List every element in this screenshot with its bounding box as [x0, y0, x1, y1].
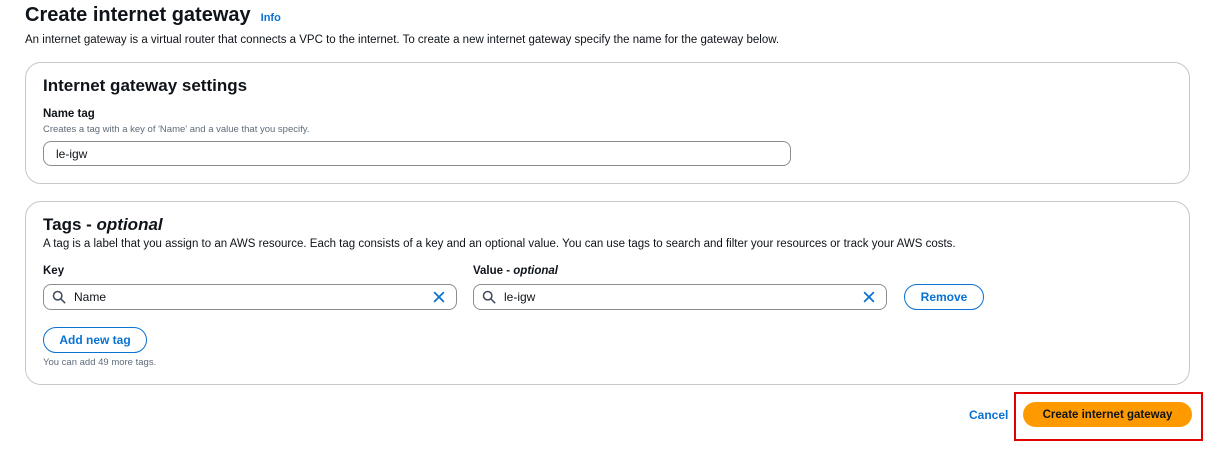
- clear-icon[interactable]: [862, 290, 876, 304]
- settings-panel-heading: Internet gateway settings: [43, 76, 248, 95]
- remove-tag-button[interactable]: Remove: [904, 284, 984, 310]
- value-column-label: Value - optional: [473, 265, 558, 277]
- info-link[interactable]: Info: [261, 12, 281, 24]
- page-description: An internet gateway is a virtual router …: [25, 34, 780, 46]
- search-icon: [482, 290, 496, 304]
- value-label-main: Value -: [473, 265, 514, 277]
- tag-value-field[interactable]: [473, 284, 887, 310]
- tag-value-input[interactable]: [496, 290, 862, 304]
- tag-limit-hint: You can add 49 more tags.: [43, 357, 157, 368]
- clear-icon[interactable]: [432, 290, 446, 304]
- tag-key-field[interactable]: [43, 284, 457, 310]
- tags-panel: Tags - optional A tag is a label that yo…: [25, 201, 1190, 385]
- tag-key-input[interactable]: [66, 290, 432, 304]
- tags-panel-description: A tag is a label that you assign to an A…: [43, 238, 956, 250]
- page-header: Create internet gateway Info: [25, 4, 281, 27]
- tags-panel-heading: Tags - optional: [43, 215, 163, 235]
- cancel-button[interactable]: Cancel: [969, 408, 1008, 422]
- create-internet-gateway-button[interactable]: Create internet gateway: [1023, 402, 1192, 427]
- tags-heading-main: Tags -: [43, 215, 97, 234]
- tags-heading-optional: optional: [96, 215, 163, 234]
- key-column-label: Key: [43, 265, 65, 277]
- add-new-tag-button[interactable]: Add new tag: [43, 327, 147, 353]
- search-icon: [52, 290, 66, 304]
- name-tag-label: Name tag: [43, 108, 95, 120]
- value-label-optional: optional: [513, 265, 558, 277]
- page-title: Create internet gateway: [25, 4, 251, 26]
- name-tag-hint: Creates a tag with a key of 'Name' and a…: [43, 124, 310, 135]
- name-tag-input[interactable]: [43, 141, 791, 166]
- internet-gateway-settings-panel: Internet gateway settings Name tag Creat…: [25, 62, 1190, 184]
